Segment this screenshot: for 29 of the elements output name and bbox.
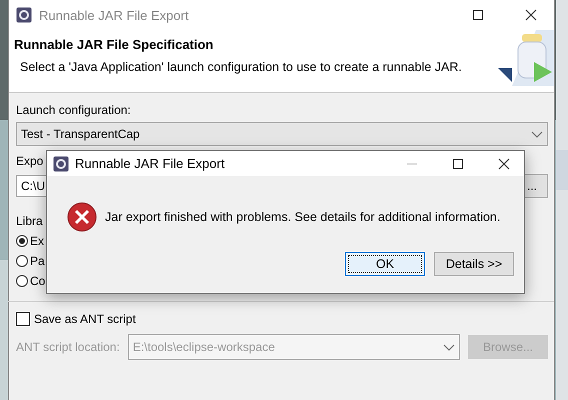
field-label: ANT script location: bbox=[16, 340, 120, 354]
radio-button[interactable] bbox=[16, 235, 28, 247]
page-description: Select a 'Java Application' launch configuration to use to create a runnable JAR. bbox=[19, 60, 462, 74]
window-title: Runnable JAR File Export bbox=[39, 8, 190, 22]
option-label: Ex bbox=[30, 234, 44, 248]
error-icon bbox=[67, 202, 97, 232]
app-icon bbox=[53, 156, 69, 172]
maximize-icon[interactable] bbox=[472, 9, 484, 21]
checkbox[interactable] bbox=[16, 312, 30, 326]
close-icon[interactable] bbox=[525, 9, 537, 21]
radio-button[interactable] bbox=[16, 275, 28, 287]
dialog-button[interactable]: Details >> bbox=[434, 252, 514, 276]
launch-configuration-dropdown[interactable]: Test - TransparentCap bbox=[16, 122, 548, 146]
close-icon[interactable] bbox=[498, 158, 510, 170]
checkbox-label: Save as ANT script bbox=[34, 312, 136, 326]
maximize-icon[interactable] bbox=[452, 158, 464, 170]
dialog-title: Runnable JAR File Export bbox=[75, 156, 226, 171]
dialog-button[interactable]: OK bbox=[345, 252, 425, 276]
field-label: Expo bbox=[16, 153, 44, 170]
caret-icon bbox=[443, 344, 455, 350]
option-label: Pa bbox=[30, 254, 45, 268]
error-message: Jar export finished with problems. See details for additional information. bbox=[105, 210, 500, 224]
field-label: Launch configuration: bbox=[16, 102, 131, 119]
caret-icon bbox=[531, 130, 543, 138]
group-label: Libra bbox=[16, 213, 43, 230]
app-icon bbox=[16, 7, 32, 23]
radio-button[interactable] bbox=[16, 255, 28, 267]
page-title: Runnable JAR File Specification bbox=[14, 37, 214, 52]
option-label: Co bbox=[30, 274, 46, 288]
